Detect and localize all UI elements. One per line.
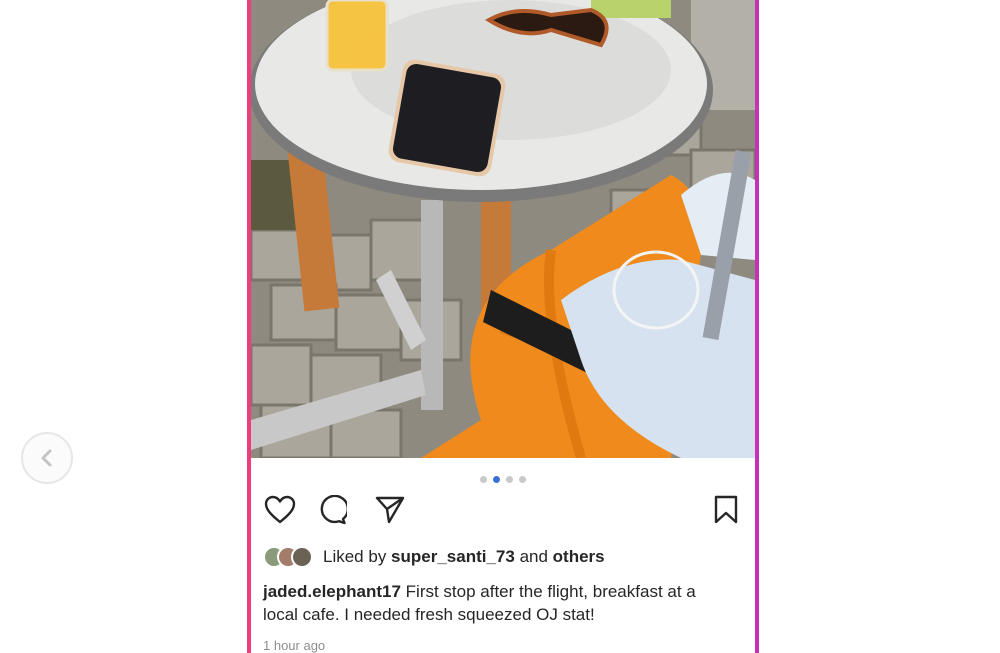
carousel-dot xyxy=(480,476,487,483)
likes-joiner: and xyxy=(514,547,553,566)
post-card: Liked by super_santi_73 and others jaded… xyxy=(247,0,759,653)
post-photo[interactable] xyxy=(251,0,755,458)
chevron-left-icon xyxy=(41,449,52,467)
liker-username[interactable]: super_santi_73 xyxy=(391,547,515,566)
save-button[interactable] xyxy=(709,492,743,528)
carousel-dot xyxy=(506,476,513,483)
carousel-indicator xyxy=(251,476,755,483)
share-button[interactable] xyxy=(373,492,407,528)
likes-summary[interactable]: Liked by super_santi_73 and others xyxy=(263,544,605,570)
likes-text: Liked by super_santi_73 and others xyxy=(323,547,605,567)
post-caption: jaded.elephant17 First stop after the fl… xyxy=(263,580,733,626)
comment-icon xyxy=(320,495,347,525)
caption-username[interactable]: jaded.elephant17 xyxy=(263,582,401,601)
heart-icon xyxy=(264,495,296,524)
bookmark-icon xyxy=(714,495,738,524)
paper-plane-icon xyxy=(375,496,405,524)
like-button[interactable] xyxy=(263,492,297,528)
liker-avatars xyxy=(263,546,313,568)
avatar xyxy=(291,546,313,568)
post-timestamp: 1 hour ago xyxy=(263,638,326,653)
likes-prefix: Liked by xyxy=(323,547,392,566)
comment-button[interactable] xyxy=(315,492,349,528)
previous-post-button[interactable] xyxy=(21,432,73,484)
carousel-dot xyxy=(519,476,526,483)
likes-others[interactable]: others xyxy=(553,547,605,566)
post-actions xyxy=(263,492,743,528)
carousel-dot-active xyxy=(493,476,500,483)
